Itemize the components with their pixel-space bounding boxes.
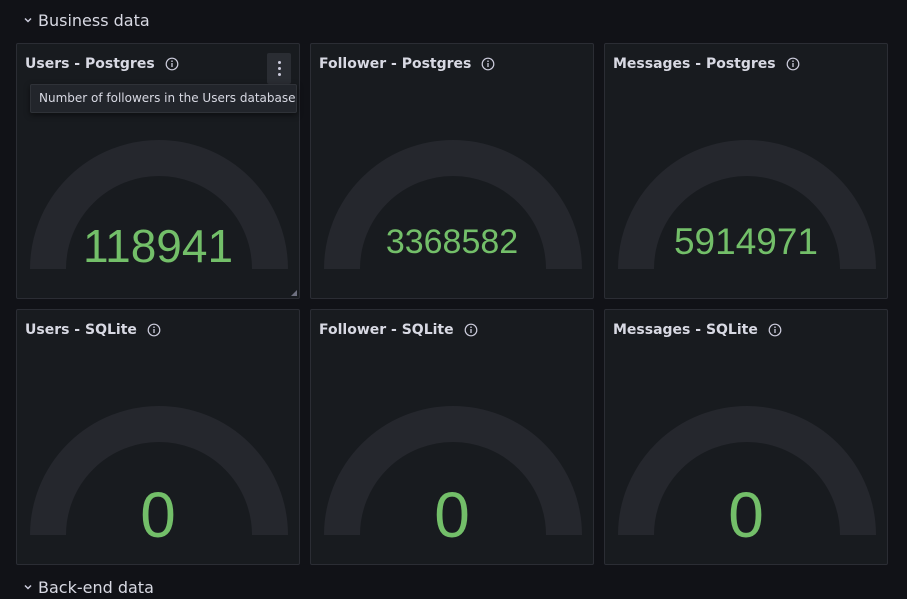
stat-panel-follower-postgres[interactable]: Follower - Postgres 3368582 [310, 43, 594, 299]
stat-value: 0 [728, 479, 764, 551]
info-icon[interactable] [464, 323, 478, 337]
stat-panel-users-sqlite[interactable]: Users - SQLite 0 [16, 309, 300, 565]
info-icon[interactable] [147, 323, 161, 337]
stat-value: 0 [140, 479, 176, 551]
stat-panel-messages-sqlite[interactable]: Messages - SQLite 0 [604, 309, 888, 565]
section-title: Back-end data [38, 577, 154, 597]
more-vertical-icon [277, 60, 281, 78]
panel-title: Messages - SQLite [613, 322, 758, 338]
section-header-back-end-data[interactable]: Back-end data [22, 575, 154, 599]
stat-panel-messages-postgres[interactable]: Messages - Postgres 5914971 [604, 43, 888, 299]
info-icon[interactable] [481, 57, 495, 71]
info-icon[interactable] [768, 323, 782, 337]
panel-title: Users - SQLite [25, 322, 137, 338]
section-header-business-data[interactable]: Business data [22, 8, 150, 32]
chevron-down-icon [24, 17, 32, 23]
panel-menu-button[interactable] [267, 53, 291, 84]
panel-title: Users - Postgres [25, 56, 155, 72]
stat-panel-follower-sqlite[interactable]: Follower - SQLite 0 [310, 309, 594, 565]
panel-title: Follower - SQLite [319, 322, 454, 338]
info-icon[interactable] [786, 57, 800, 71]
info-tooltip: Number of followers in the Users databas… [30, 84, 297, 113]
info-icon[interactable] [165, 57, 179, 71]
panel-title: Messages - Postgres [613, 56, 776, 72]
stat-value: 5914971 [673, 221, 819, 262]
resize-handle-icon[interactable] [291, 290, 297, 296]
stat-value: 3368582 [385, 223, 519, 261]
panel-title: Follower - Postgres [319, 56, 472, 72]
stat-panel-users-postgres[interactable]: Users - Postgres 118941 [16, 43, 300, 299]
chevron-down-icon [24, 584, 32, 590]
stat-value: 118941 [82, 220, 234, 272]
section-title: Business data [38, 10, 150, 30]
stat-value: 0 [434, 479, 470, 551]
